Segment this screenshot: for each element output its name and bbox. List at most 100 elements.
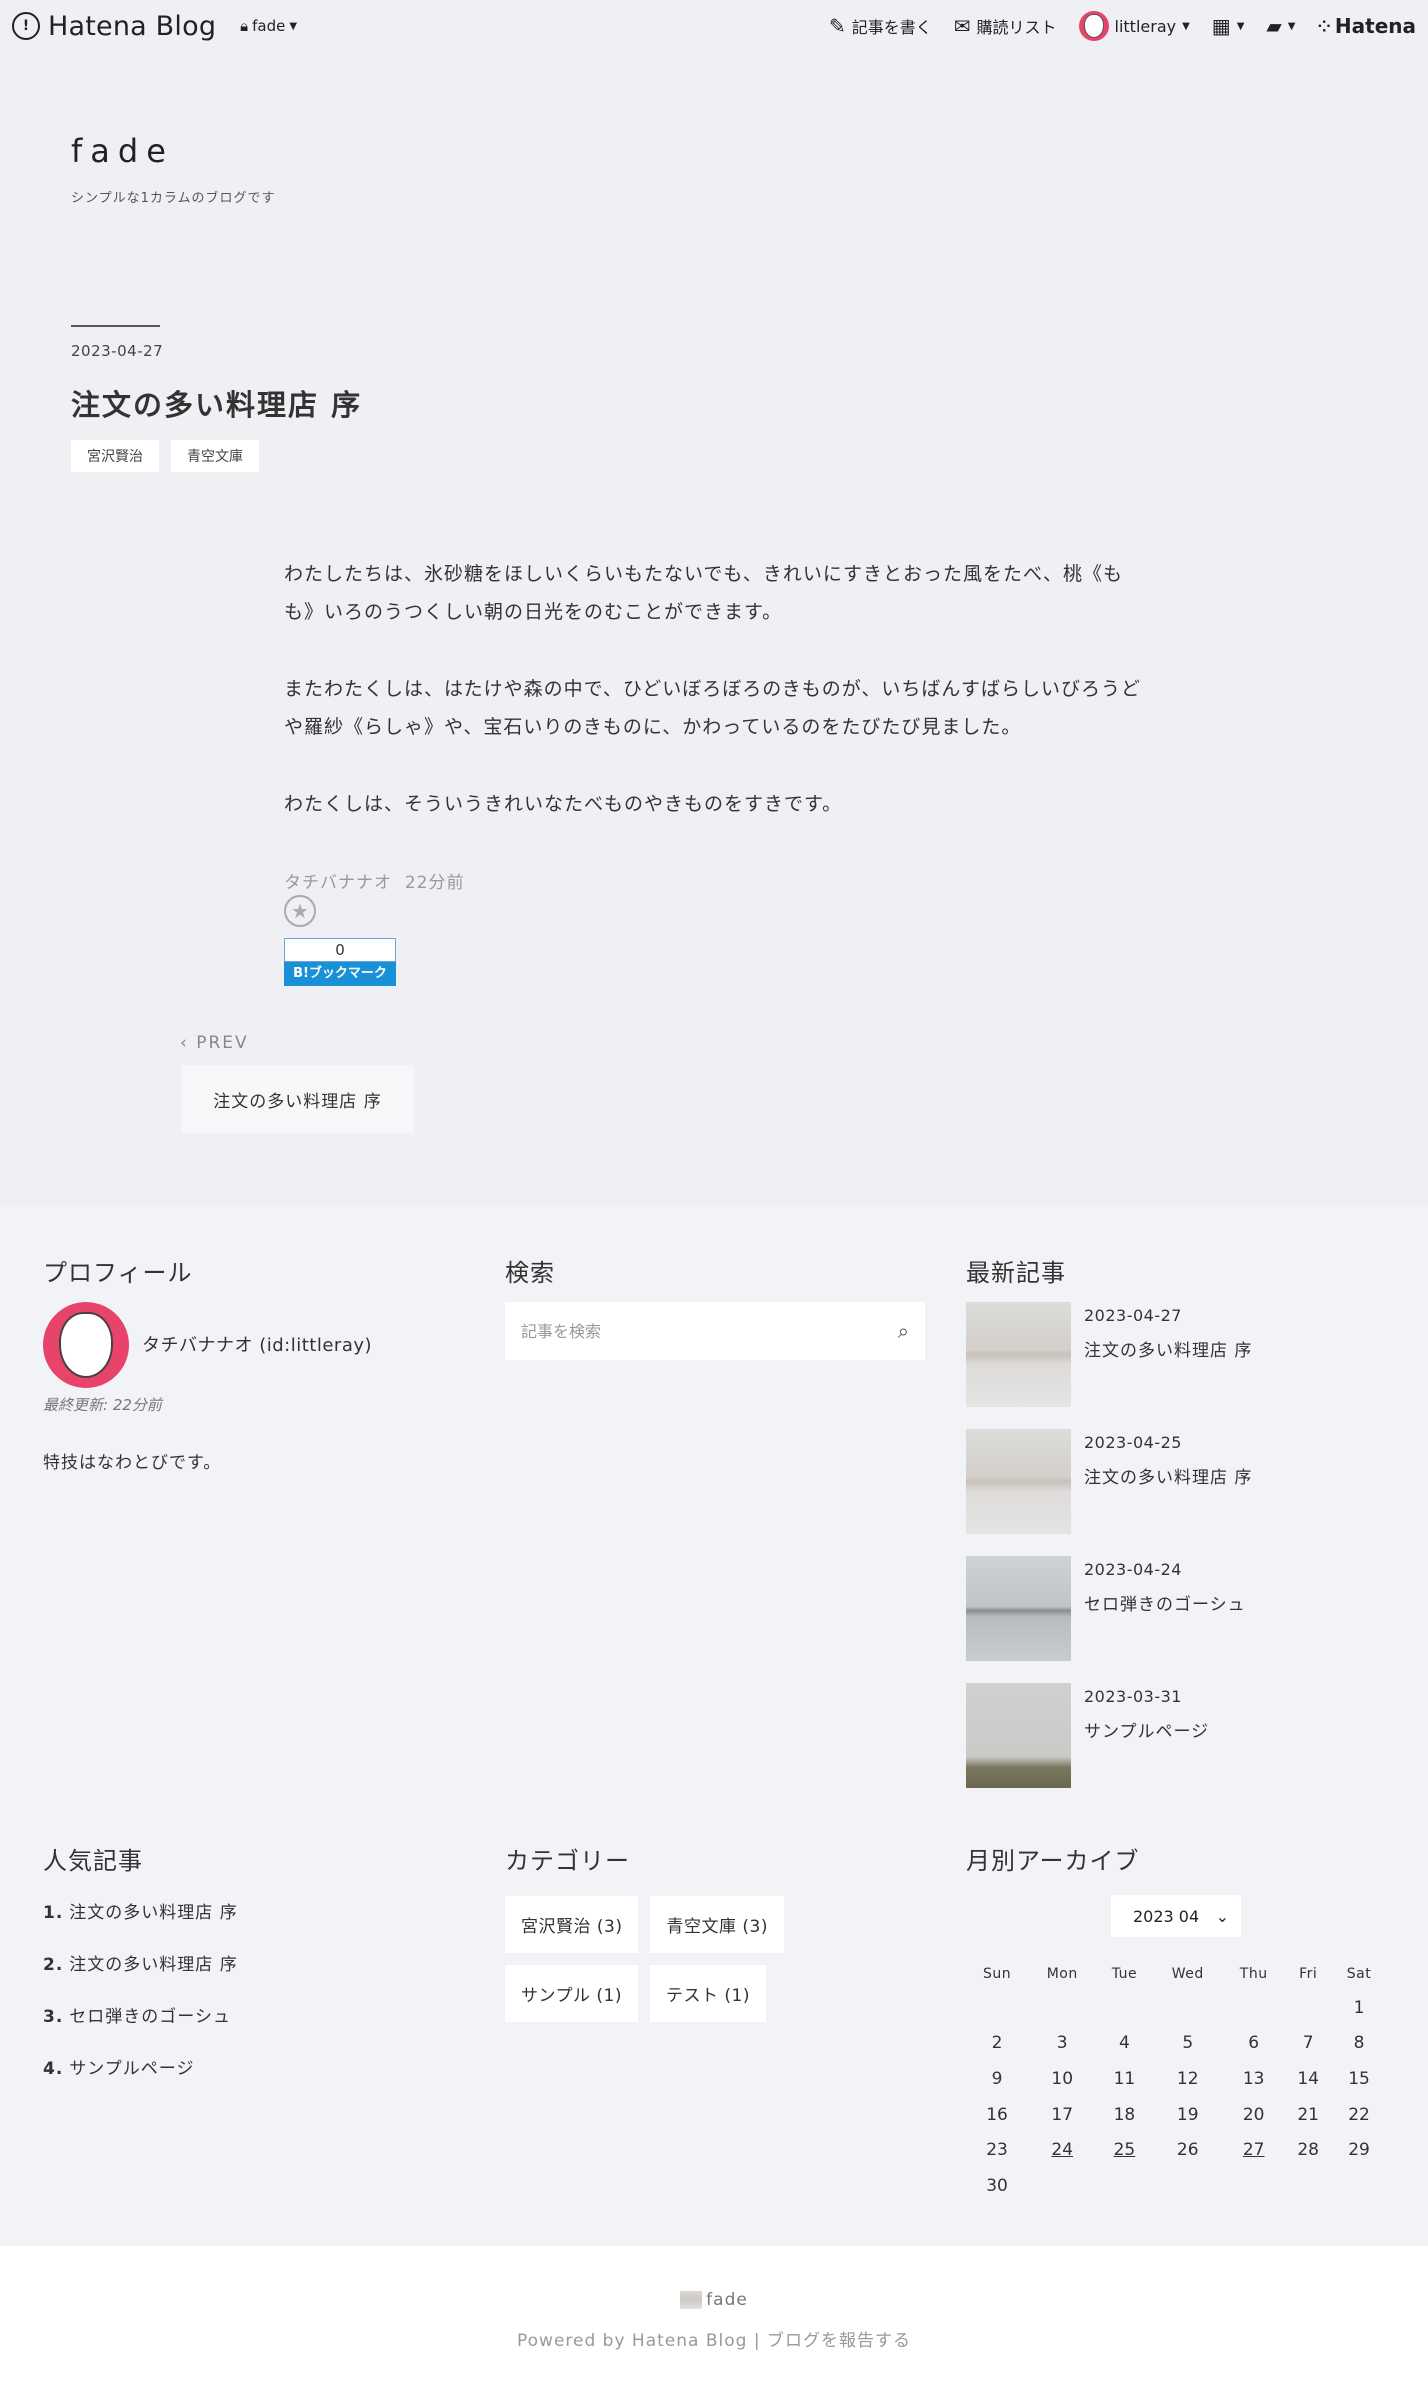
- category-link[interactable]: サンプル (1): [505, 1965, 638, 2022]
- entry-thumbnail[interactable]: [966, 1302, 1071, 1407]
- calendar-day: 11: [1096, 2061, 1152, 2097]
- calendar-empty-cell: [1096, 2168, 1152, 2204]
- popular-entries-heading: 人気記事: [43, 1847, 143, 1875]
- calendar-day-number: 2: [991, 2033, 1003, 2054]
- calendar-day: 19: [1152, 2097, 1223, 2133]
- search-heading: 検索: [505, 1259, 555, 1287]
- category-link[interactable]: 青空文庫 (3): [650, 1896, 784, 1953]
- calendar-day: 10: [1028, 2061, 1096, 2097]
- calendar-day-number[interactable]: 27: [1243, 2140, 1265, 2160]
- recent-entry-title[interactable]: サンプルページ: [1084, 1717, 1209, 1742]
- calendar-day[interactable]: 24: [1028, 2132, 1096, 2168]
- list-item[interactable]: 2. 注文の多い料理店 序: [43, 1950, 238, 2002]
- list-item[interactable]: 1. 注文の多い料理店 序: [43, 1898, 238, 1950]
- entry-thumbnail[interactable]: [966, 1429, 1071, 1534]
- pager-prev-link[interactable]: 注文の多い料理店 序: [181, 1065, 414, 1133]
- rank-number: 4.: [43, 2059, 64, 2079]
- write-entry-label: 記事を書く: [851, 18, 932, 37]
- popular-entry-title[interactable]: 注文の多い料理店 序: [69, 1955, 237, 1975]
- archive-heading: 月別アーカイブ: [966, 1847, 1140, 1875]
- calendar-day-number: 7: [1302, 2033, 1314, 2054]
- calendar-day[interactable]: 27: [1223, 2132, 1284, 2168]
- calendar-day-number: 14: [1297, 2068, 1319, 2089]
- calendar-day-number[interactable]: 25: [1114, 2140, 1136, 2160]
- list-item[interactable]: 3. セロ弾きのゴーシュ: [43, 2002, 238, 2054]
- search-icon[interactable]: ⌕: [898, 1319, 909, 1343]
- hatena-brand-link[interactable]: ⁘ Hatena: [1318, 14, 1417, 38]
- recent-entry[interactable]: 2023-03-31 サンプルページ: [966, 1683, 1386, 1788]
- popular-entry-title[interactable]: セロ弾きのゴーシュ: [69, 2007, 231, 2027]
- weekday-label: Fri: [1299, 1966, 1318, 1982]
- profile-name[interactable]: タチバナナオ (id:littleray): [142, 1331, 372, 1357]
- author-name[interactable]: タチバナナオ: [284, 873, 392, 893]
- calendar-day-number[interactable]: 24: [1051, 2140, 1073, 2160]
- notifications-menu[interactable]: ▰ ▼: [1266, 16, 1295, 36]
- chevron-left-icon: ‹: [180, 1033, 189, 1053]
- recent-entry-title[interactable]: 注文の多い料理店 序: [1084, 1463, 1252, 1488]
- calendar-day[interactable]: 25: [1096, 2132, 1152, 2168]
- month-select[interactable]: 2023 04 ⌄: [1111, 1895, 1241, 1937]
- recent-entry-title[interactable]: 注文の多い料理店 序: [1084, 1336, 1252, 1361]
- calendar-empty-cell: [1332, 2168, 1386, 2204]
- category-link[interactable]: テスト (1): [649, 1965, 766, 2022]
- calendar-day-number: 17: [1051, 2104, 1074, 2125]
- weekday-label: Tue: [1111, 1966, 1138, 1982]
- bookmark-count: 0: [284, 938, 396, 962]
- recent-entry[interactable]: 2023-04-27 注文の多い料理店 序: [966, 1302, 1386, 1407]
- calendar-day: 13: [1223, 2061, 1284, 2097]
- calendar-day-number: 11: [1113, 2068, 1136, 2089]
- blog-title[interactable]: fade: [71, 132, 174, 170]
- reading-list-link[interactable]: ✉ 購読リスト: [954, 14, 1057, 38]
- write-entry-link[interactable]: ✎ 記事を書く: [829, 14, 932, 38]
- list-item[interactable]: 4. サンプルページ: [43, 2054, 238, 2106]
- entry-date[interactable]: 2023-04-27: [71, 342, 163, 360]
- popular-entry-title[interactable]: 注文の多い料理店 序: [69, 1903, 237, 1923]
- calendar-day-number: 6: [1248, 2033, 1260, 2054]
- recent-entry[interactable]: 2023-04-25 注文の多い料理店 序: [966, 1429, 1386, 1534]
- calendar-empty-cell: [1223, 1990, 1284, 2026]
- entry-time[interactable]: 22分前: [405, 873, 465, 893]
- category-tag[interactable]: 宮沢賢治: [71, 440, 159, 472]
- entry-thumbnail[interactable]: [966, 1683, 1071, 1788]
- calendar-day-number: 9: [991, 2068, 1003, 2089]
- calendar-week-row: 2 3 4 5 6 7 8: [966, 2026, 1386, 2062]
- avatar[interactable]: [43, 1302, 129, 1388]
- blog-selector[interactable]: 🔒︎ fade ▼: [240, 17, 297, 35]
- powered-by-link[interactable]: Powered by Hatena Blog: [517, 2331, 747, 2351]
- popular-entry-title[interactable]: サンプルページ: [69, 2059, 194, 2079]
- calendar-day: 8: [1332, 2026, 1386, 2062]
- calendar-day: 28: [1284, 2132, 1332, 2168]
- report-blog-link[interactable]: ブログを報告する: [767, 2331, 911, 2351]
- footer-blog-link[interactable]: fade: [0, 2290, 1428, 2310]
- lock-icon: 🔒︎: [240, 17, 249, 35]
- category-tag[interactable]: 青空文庫: [171, 440, 259, 472]
- calendar-day-number: 21: [1297, 2104, 1319, 2125]
- entry-title[interactable]: 注文の多い料理店 序: [71, 382, 362, 424]
- hatena-blog-logo[interactable]: ! Hatena Blog: [12, 11, 216, 42]
- calendar-empty-cell: [1284, 2168, 1332, 2204]
- calendar-day: 2: [966, 2026, 1028, 2062]
- search-input[interactable]: [521, 1321, 898, 1341]
- archive-calendar: Sun Mon Tue Wed Thu Fri Sat 1 2 3 4 5 6 7 8 9 10 1…: [966, 1958, 1386, 2204]
- calendar-day: 30: [966, 2168, 1028, 2204]
- calendar-day-number: 16: [986, 2104, 1008, 2125]
- notification-icon: ▰: [1266, 14, 1282, 38]
- paragraph: またわたくしは、はたけや森の中で、ひどいぼろぼろのきものが、いちばんすばらしいび…: [284, 678, 1141, 738]
- recent-entry[interactable]: 2023-04-24 セロ弾きのゴーシュ: [966, 1556, 1386, 1661]
- apps-menu[interactable]: ▦ ▼: [1212, 16, 1245, 36]
- calendar-empty-cell: [1152, 1990, 1223, 2026]
- category-link[interactable]: 宮沢賢治 (3): [505, 1896, 639, 1953]
- hatena-bookmark-button[interactable]: 0 B!ブックマーク: [284, 938, 396, 986]
- recent-entry-title[interactable]: セロ弾きのゴーシュ: [1084, 1590, 1246, 1615]
- user-menu[interactable]: littleray ▼: [1078, 11, 1190, 41]
- add-star-icon[interactable]: ★: [284, 895, 316, 927]
- calendar-day-number: 29: [1348, 2140, 1370, 2161]
- calendar-day-number: 22: [1348, 2104, 1370, 2125]
- calendar-empty-cell: [1284, 1990, 1332, 2026]
- calendar-day: 15: [1332, 2061, 1386, 2097]
- entry-thumbnail[interactable]: [966, 1556, 1071, 1661]
- calendar-day-number: 13: [1242, 2068, 1265, 2089]
- profile-updated: 最終更新: 22分前: [43, 1396, 162, 1414]
- calendar-day: 18: [1096, 2097, 1152, 2133]
- calendar-day-number: 18: [1113, 2104, 1136, 2125]
